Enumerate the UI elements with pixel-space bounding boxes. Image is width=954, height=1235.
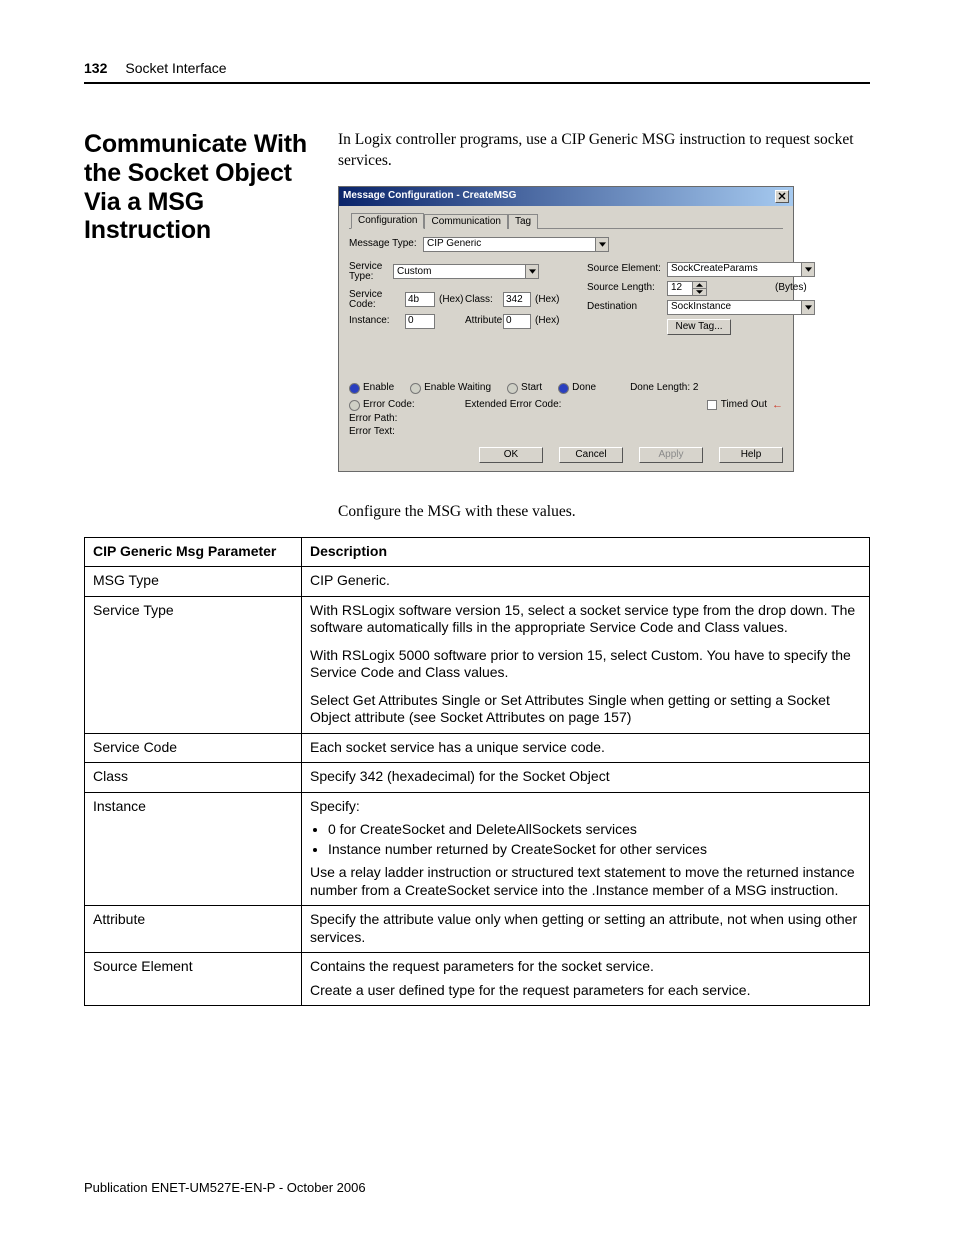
extended-error-code-label: Extended Error Code: [465, 400, 562, 410]
attribute-label: Attribute: [465, 316, 499, 326]
message-type-combobox[interactable]: CIP Generic [423, 237, 609, 252]
ok-button[interactable]: OK [479, 447, 543, 463]
message-type-row: Message Type: CIP Generic [349, 237, 783, 252]
apply-button[interactable]: Apply [639, 447, 703, 463]
tab-tag[interactable]: Tag [508, 214, 538, 229]
list-item: 0 for CreateSocket and DeleteAllSockets … [328, 821, 861, 839]
source-length-field[interactable]: 12 [667, 281, 707, 296]
checkbox-icon[interactable] [707, 400, 717, 410]
source-element-combobox[interactable]: SockCreateParams [667, 262, 815, 277]
chevron-down-icon[interactable] [801, 301, 814, 314]
error-path-label: Error Path: [349, 414, 415, 424]
table-row: Source Element Contains the request para… [85, 953, 870, 1006]
status-done: Done [558, 383, 596, 394]
destination-combobox[interactable]: SockInstance [667, 300, 815, 315]
chapter-title: Socket Interface [125, 60, 226, 76]
bytes-label: (Bytes) [775, 283, 815, 293]
heading-layout: Communicate With the Socket Object Via a… [84, 130, 870, 537]
arrow-left-icon: ← [772, 400, 783, 411]
class-label: Class: [465, 295, 499, 305]
table-row: MSG TypeCIP Generic. [85, 567, 870, 597]
table-row: Instance Specify: 0 for CreateSocket and… [85, 792, 870, 906]
instance-label: Instance: [349, 316, 401, 326]
destination-label: Destination [587, 302, 663, 312]
publication-footer: Publication ENET-UM527E-EN-P - October 2… [84, 1180, 366, 1195]
service-type-label: Service Type: [349, 262, 393, 282]
source-length-value: 12 [668, 283, 692, 293]
dialog-titlebar: Message Configuration - CreateMSG [339, 187, 793, 206]
help-button[interactable]: Help [719, 447, 783, 463]
service-type-value: Custom [394, 267, 525, 277]
tab-strip: Configuration Communication Tag [349, 212, 783, 229]
msg-parameter-table: CIP Generic Msg Parameter Description MS… [84, 537, 870, 1007]
list-item: Instance number returned by CreateSocket… [328, 841, 861, 859]
service-code-label: Service Code: [349, 290, 401, 310]
table-row: AttributeSpecify the attribute value onl… [85, 906, 870, 953]
service-type-combobox[interactable]: Custom [393, 264, 539, 279]
timed-out-label: Timed Out [721, 400, 767, 410]
tab-communication[interactable]: Communication [424, 214, 507, 229]
section-title: Communicate With the Socket Object Via a… [84, 130, 314, 245]
chevron-down-icon[interactable] [525, 265, 538, 278]
status-enable-waiting: Enable Waiting [410, 383, 491, 394]
message-type-value: CIP Generic [424, 239, 595, 249]
instance-field[interactable]: 0 [405, 314, 435, 329]
attribute-field[interactable]: 0 [503, 314, 531, 329]
destination-value: SockInstance [668, 302, 801, 312]
page-header: 132 Socket Interface [84, 60, 870, 84]
new-tag-button[interactable]: New Tag... [667, 319, 731, 335]
table-row: ClassSpecify 342 (hexadecimal) for the S… [85, 763, 870, 793]
hex-label: (Hex) [439, 295, 461, 305]
source-element-label: Source Element: [587, 264, 663, 274]
close-icon[interactable] [775, 190, 789, 203]
intro-paragraph-1: In Logix controller programs, use a CIP … [338, 130, 870, 172]
dialog-footer: OK Cancel Apply Help [349, 447, 783, 463]
status-error-code: Error Code: [349, 400, 415, 411]
col-header-param: CIP Generic Msg Parameter [85, 537, 302, 567]
done-length: Done Length: 2 [630, 383, 698, 393]
error-text-label: Error Text: [349, 427, 415, 437]
service-code-field[interactable]: 4b [405, 292, 435, 307]
dialog-title-text: Message Configuration - CreateMSG [343, 191, 516, 201]
status-row: Enable Enable Waiting Start Done Done Le… [349, 383, 783, 394]
cancel-button[interactable]: Cancel [559, 447, 623, 463]
status-start: Start [507, 383, 542, 394]
timed-out-checkbox[interactable]: Timed Out ← [707, 400, 783, 411]
chevron-down-icon[interactable] [595, 238, 608, 251]
table-row: Service Type With RSLogix software versi… [85, 596, 870, 733]
spin-down-icon[interactable] [693, 288, 706, 295]
source-element-value: SockCreateParams [668, 264, 801, 274]
hex-label-3: (Hex) [535, 316, 557, 326]
intro-paragraph-2: Configure the MSG with these values. [338, 502, 870, 523]
table-row: Service CodeEach socket service has a un… [85, 733, 870, 763]
page-number: 132 [84, 60, 107, 76]
status-enable: Enable [349, 383, 394, 394]
source-length-label: Source Length: [587, 283, 663, 293]
tab-configuration[interactable]: Configuration [351, 213, 424, 229]
chevron-down-icon[interactable] [801, 263, 814, 276]
hex-label-2: (Hex) [535, 295, 557, 305]
class-field[interactable]: 342 [503, 292, 531, 307]
message-config-dialog: Message Configuration - CreateMSG Config… [338, 186, 794, 472]
message-type-label: Message Type: [349, 239, 423, 249]
col-header-desc: Description [302, 537, 870, 567]
spin-buttons[interactable] [692, 282, 706, 295]
